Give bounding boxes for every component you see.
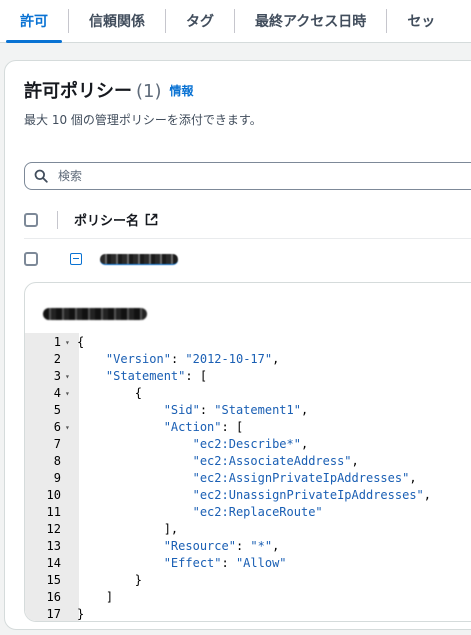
tab-permissions[interactable]: 許可: [0, 0, 68, 43]
search-icon: [34, 169, 48, 183]
collapse-icon[interactable]: [70, 253, 82, 265]
line-number: 10: [46, 488, 61, 502]
line-number: 6: [53, 420, 61, 434]
line-number: 3: [53, 369, 61, 383]
tab-tags[interactable]: タグ: [166, 0, 234, 42]
permissions-policies-panel: 許可ポリシー(1) 情報 最大 10 個の管理ポリシーを添付できます。 ポリシー名…: [4, 60, 471, 630]
line-number: 2: [53, 352, 61, 366]
policy-count: (1): [136, 81, 162, 102]
line-number: 11: [46, 505, 61, 519]
tab-bar: 許可 信頼関係 タグ 最終アクセス日時 セッ: [0, 0, 471, 43]
table-row: [24, 241, 471, 277]
panel-title: 許可ポリシー (1) 情報: [24, 77, 194, 103]
policy-json-editor[interactable]: 1 ▾ {2 "Version": "2012-10-17", 3 ▾ "Stateme…: [25, 333, 471, 621]
code-text: "Statement": [: [105, 369, 208, 383]
code-text: ]: [77, 590, 114, 604]
line-number: 1: [53, 335, 61, 349]
code-text: }: [77, 607, 85, 621]
fold-arrow-icon[interactable]: ▾: [65, 419, 70, 436]
line-number: 5: [53, 403, 61, 417]
search-box: [24, 162, 471, 190]
line-number: 7: [53, 437, 61, 451]
fold-arrow-icon[interactable]: ▾: [65, 385, 70, 402]
tab-last-accessed[interactable]: 最終アクセス日時: [235, 0, 386, 42]
code-text: ],: [77, 522, 179, 536]
code-text: "ec2:Describe*",: [192, 437, 309, 451]
line-number: 8: [53, 454, 61, 468]
column-divider: [57, 210, 58, 229]
code-text: {: [77, 386, 143, 400]
line-number: 9: [53, 471, 61, 485]
redacted-policy-title: [43, 308, 147, 320]
tab-sessions[interactable]: セッ: [387, 0, 455, 42]
code-text: "ec2:ReplaceRoute": [192, 505, 323, 519]
policy-detail-card: 1 ▾ {2 "Version": "2012-10-17", 3 ▾ "Stateme…: [24, 282, 471, 622]
line-number: 4: [53, 386, 61, 400]
search-input[interactable]: [56, 168, 440, 184]
panel-description: 最大 10 個の管理ポリシーを添付できます。: [24, 113, 262, 127]
code-text: "Version": "2012-10-17",: [105, 352, 280, 366]
code-text: "ec2:AssignPrivateIpAddresses",: [192, 471, 417, 485]
column-header-policy-name[interactable]: ポリシー名: [74, 210, 158, 229]
tab-trust-relationships[interactable]: 信頼関係: [69, 0, 165, 42]
info-link[interactable]: 情報: [170, 84, 194, 98]
column-header-label: ポリシー名: [74, 214, 140, 229]
code-text: "Sid": "Statement1",: [163, 403, 309, 417]
code-text: }: [77, 573, 143, 587]
line-number: 12: [46, 522, 61, 536]
external-link-icon: [145, 213, 158, 226]
redacted-policy-name-link[interactable]: [100, 253, 178, 265]
code-text: "Effect": "Allow": [163, 556, 287, 570]
code-text: "ec2:UnassignPrivateIpAddresses",: [192, 488, 432, 502]
code-text: {: [77, 335, 85, 349]
fold-arrow-icon[interactable]: ▾: [65, 334, 70, 351]
line-number: 13: [46, 539, 61, 553]
table-header-row: ポリシー名: [24, 201, 471, 239]
line-number: 17: [46, 607, 61, 621]
line-number: 15: [46, 573, 61, 587]
code-text: "Resource": "*",: [163, 539, 280, 553]
panel-title-text: 許可ポリシー: [24, 81, 132, 102]
row-checkbox[interactable]: [24, 252, 38, 266]
fold-arrow-icon[interactable]: ▾: [65, 368, 70, 385]
code-text: "Action": [: [163, 420, 244, 434]
line-number: 16: [46, 590, 61, 604]
select-all-checkbox[interactable]: [24, 212, 38, 227]
code-text: "ec2:AssociateAddress",: [192, 454, 359, 468]
line-number: 14: [46, 556, 61, 570]
